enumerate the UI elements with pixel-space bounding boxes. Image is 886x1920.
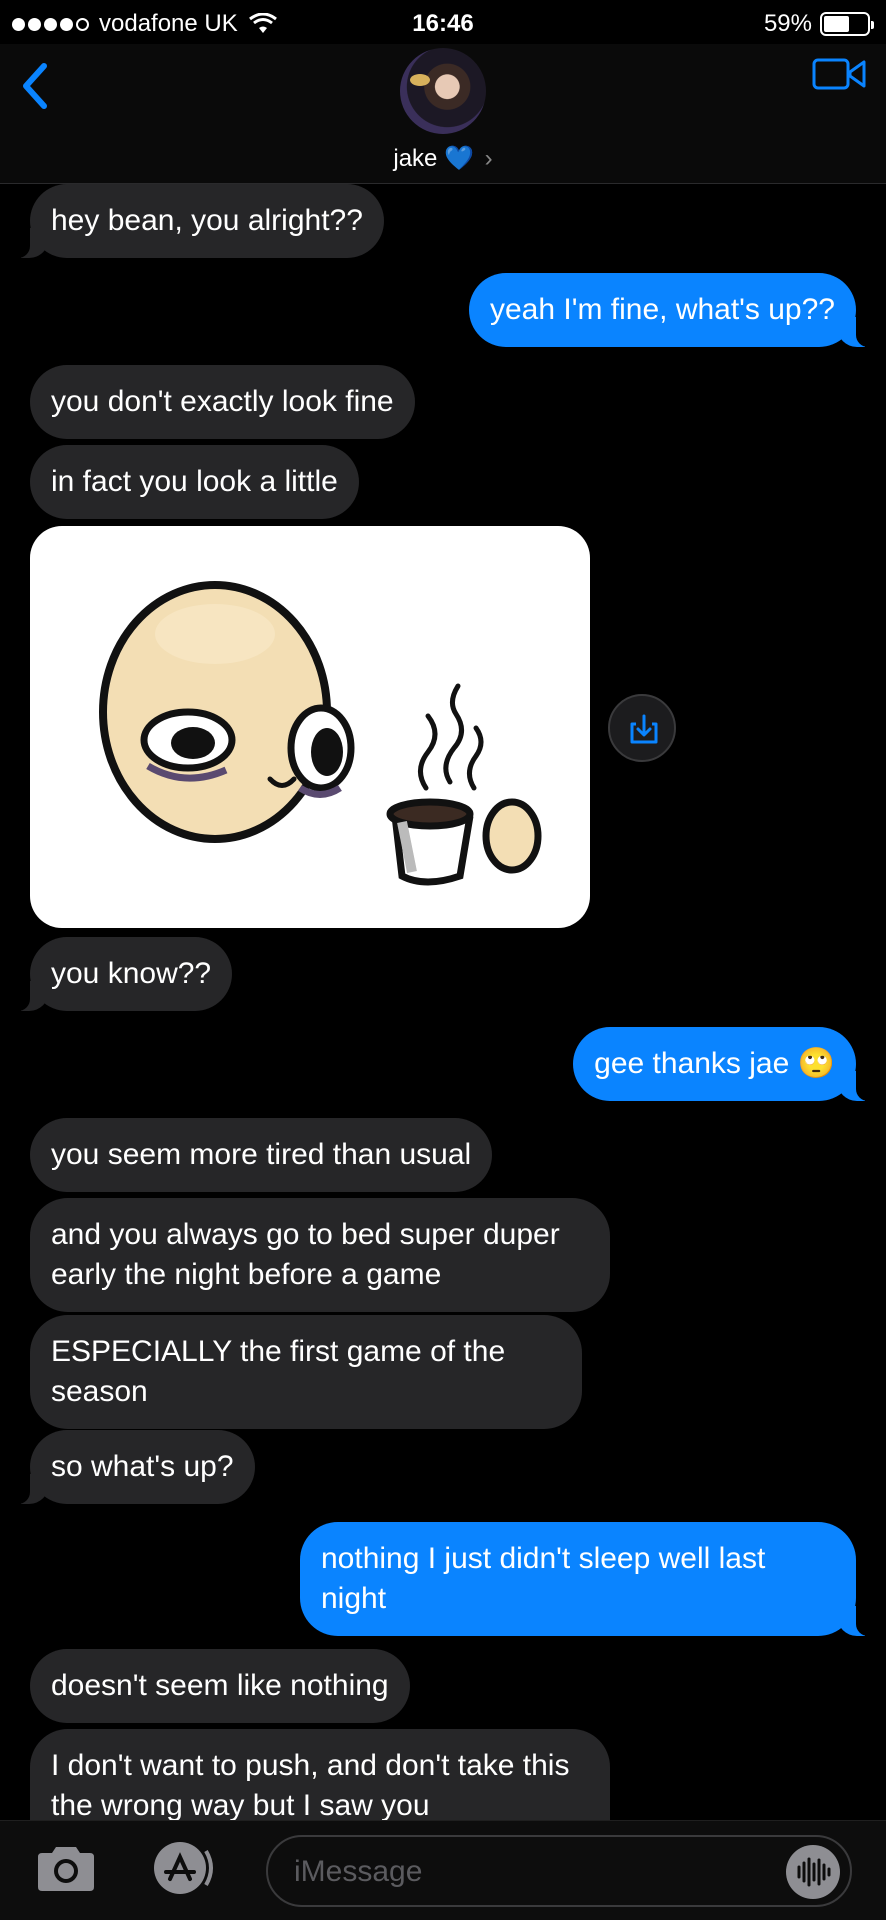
message-text: ESPECIALLY the first game of the season [51, 1335, 506, 1408]
save-image-button[interactable] [608, 694, 676, 762]
save-image-icon [630, 714, 658, 744]
message-incoming[interactable]: I don't want to push, and don't take thi… [30, 1729, 610, 1820]
message-outgoing[interactable]: yeah I'm fine, what's up?? [469, 273, 876, 347]
tired-face-illustration [99, 581, 542, 886]
message-input[interactable]: iMessage [266, 1835, 852, 1907]
app-store-icon[interactable] [146, 1839, 222, 1897]
battery-percentage: 59% [763, 10, 812, 37]
message-input-placeholder: iMessage [294, 1855, 423, 1888]
blue-heart-emoji: 💙 [444, 145, 474, 172]
message-text: and you always go to bed super duper ear… [51, 1218, 560, 1291]
compose-bar: iMessage [0, 1820, 886, 1920]
message-text: doesn't seem like nothing [51, 1669, 389, 1702]
message-incoming[interactable]: you don't exactly look fine [30, 365, 415, 439]
message-text: in fact you look a little [51, 465, 338, 498]
message-text: I don't want to push, and don't take thi… [51, 1749, 570, 1820]
status-right: 59% [763, 10, 874, 38]
message-outgoing[interactable]: gee thanks jae 🙄 [573, 1027, 876, 1101]
conversation-header: jake 💙 › [0, 44, 886, 184]
message-incoming[interactable]: hey bean, you alright?? [10, 184, 384, 258]
message-text: you don't exactly look fine [51, 385, 394, 418]
message-outgoing[interactable]: nothing I just didn't sleep well last ni… [300, 1522, 876, 1636]
message-incoming[interactable]: ESPECIALLY the first game of the season [30, 1315, 582, 1429]
message-incoming[interactable]: so what's up? [10, 1430, 255, 1504]
message-text: hey bean, you alright?? [51, 204, 363, 237]
audio-waveform-icon [797, 1857, 831, 1887]
status-bar: vodafone UK 16:46 59% [0, 0, 886, 44]
message-text: you know?? [51, 957, 212, 990]
message-text: you seem more tired than usual [51, 1138, 472, 1171]
message-text: so what's up? [51, 1450, 234, 1483]
battery-icon [820, 12, 874, 36]
audio-message-button[interactable] [786, 1845, 840, 1899]
message-incoming[interactable]: doesn't seem like nothing [30, 1649, 410, 1723]
contact-avatar[interactable] [400, 48, 486, 134]
contact-name: jake [393, 145, 438, 172]
video-camera-icon[interactable] [812, 54, 866, 94]
status-time: 16:46 [412, 10, 474, 37]
message-incoming[interactable]: you know?? [9, 937, 233, 1011]
image-message-tired-face-coffee[interactable] [30, 526, 590, 928]
message-text: nothing I just didn't sleep well last ni… [321, 1542, 766, 1615]
contact-name-button[interactable]: jake 💙 › [0, 144, 886, 173]
chevron-left-icon[interactable] [14, 54, 54, 114]
message-incoming[interactable]: you seem more tired than usual [30, 1118, 493, 1192]
message-text: gee thanks jae 🙄 [594, 1047, 835, 1080]
message-incoming[interactable]: in fact you look a little [30, 445, 359, 519]
camera-icon[interactable] [34, 1843, 98, 1893]
message-incoming[interactable]: and you always go to bed super duper ear… [30, 1198, 610, 1312]
chevron-right-icon: › [484, 145, 493, 172]
message-text: yeah I'm fine, what's up?? [490, 293, 835, 326]
